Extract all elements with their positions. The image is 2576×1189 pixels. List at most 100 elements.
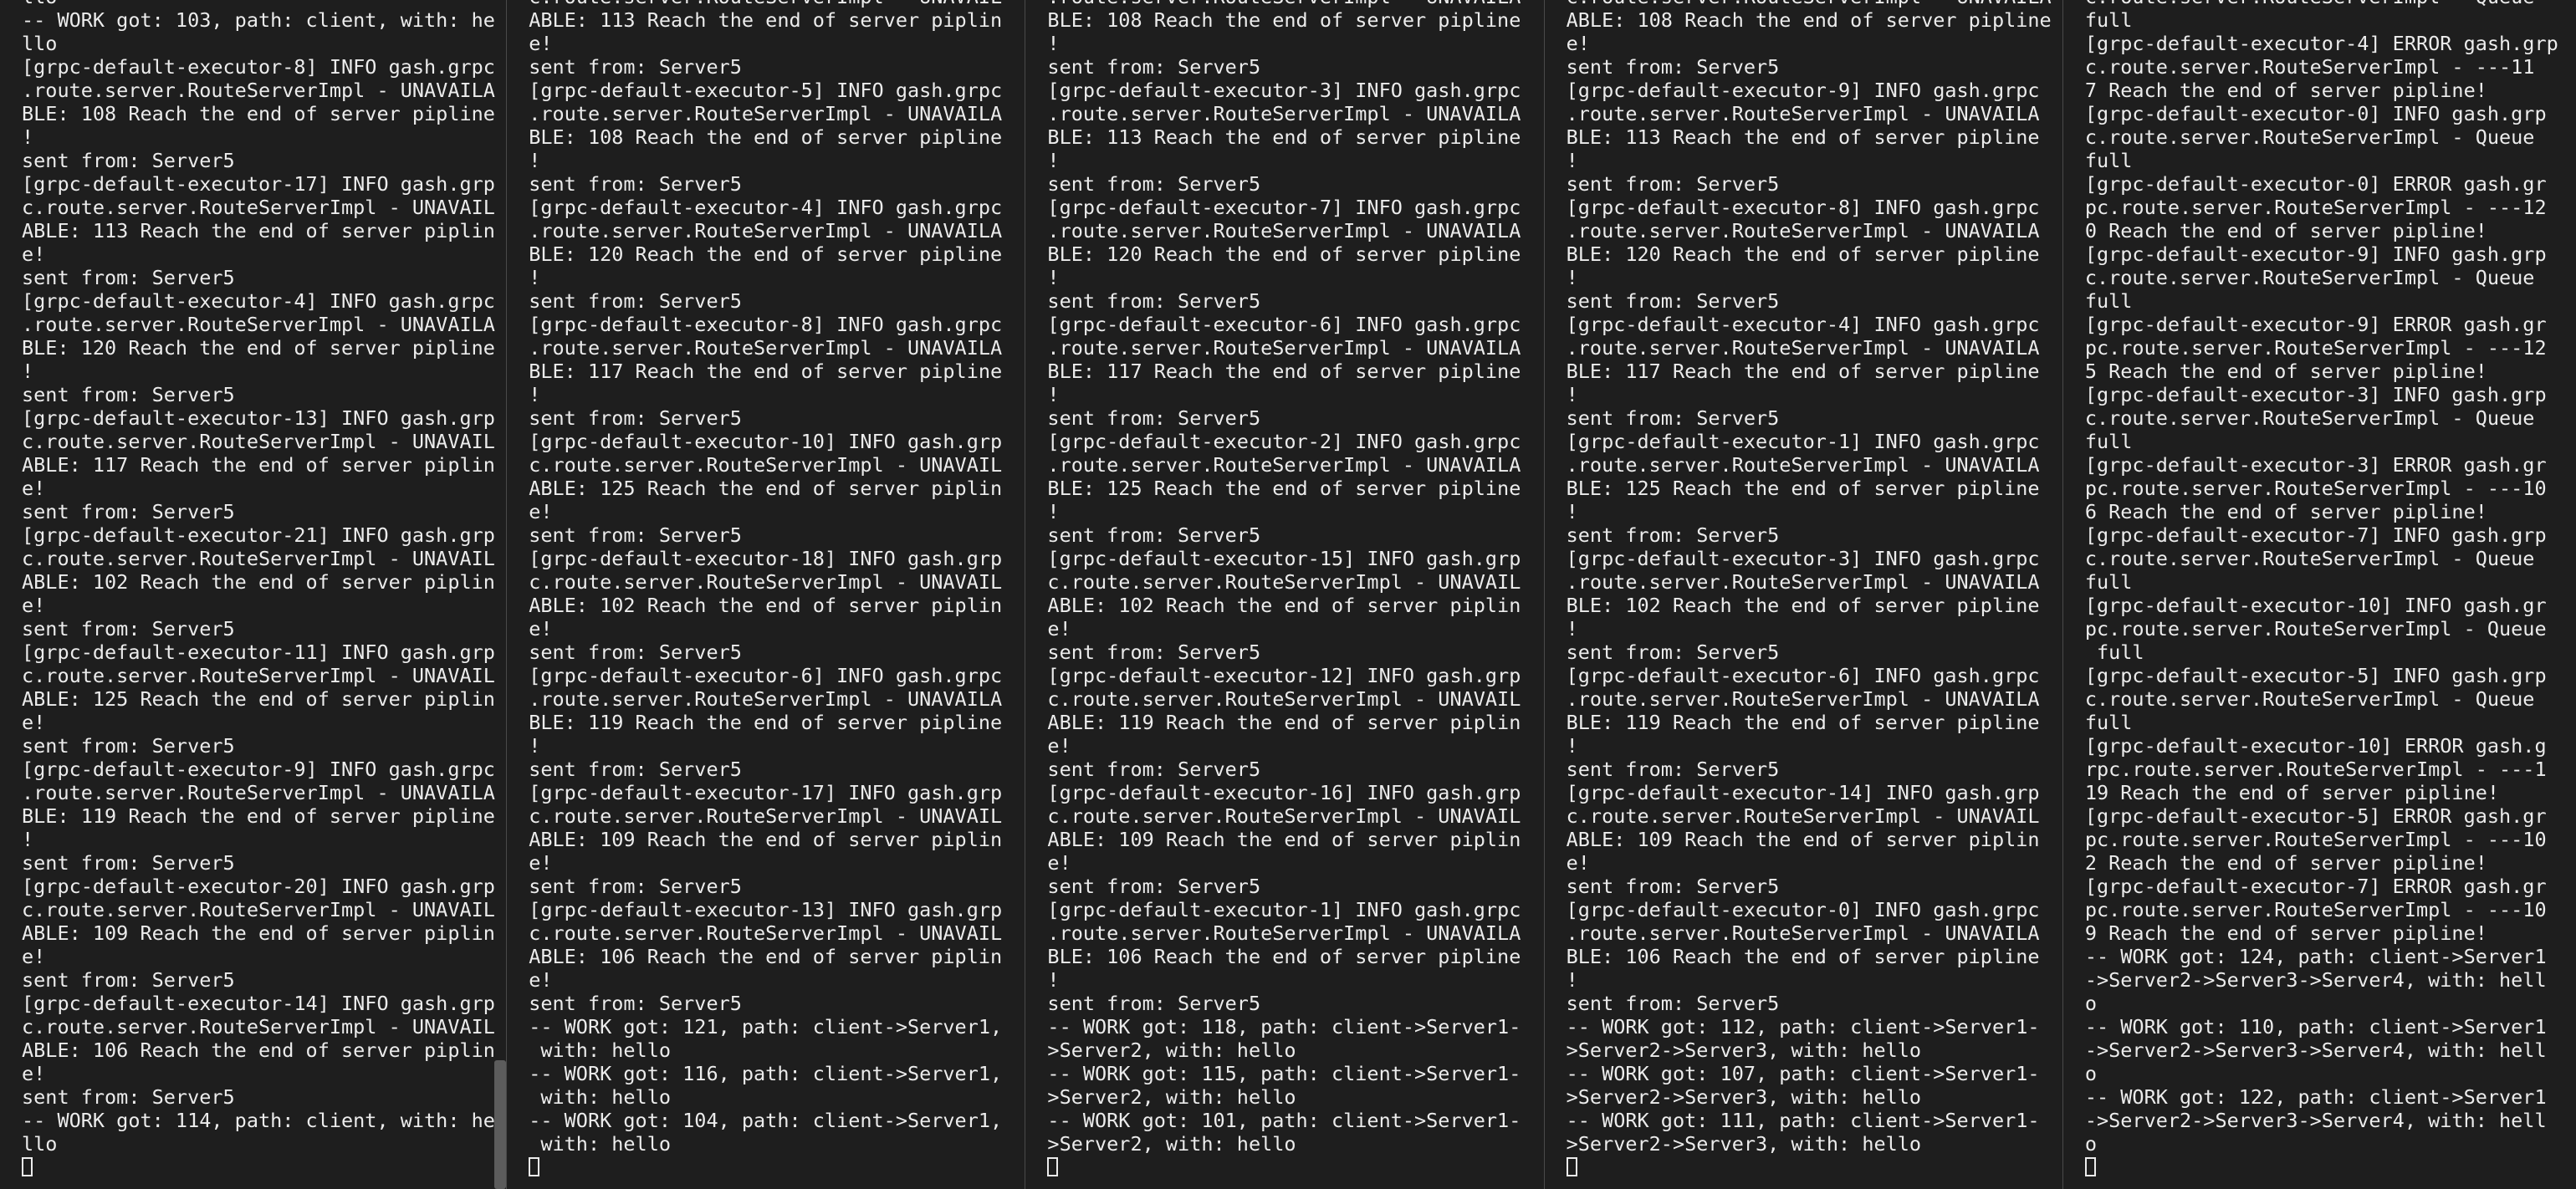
terminal-line: -- WORK got: 101, path: client->Server1- (1047, 1109, 1521, 1132)
cursor-block-icon (1047, 1157, 1059, 1176)
terminal-line: c.route.server.RouteServerImpl - Queue (2084, 406, 2535, 430)
terminal-line: >Server2, with: hello (1047, 1132, 1296, 1156)
terminal-line: [grpc-default-executor-5] INFO gash.grpc (529, 79, 1003, 102)
terminal-line: ABLE: 106 Reach the end of server piplin (22, 1038, 495, 1062)
terminal-line: [grpc-default-executor-7] ERROR gash.gr (2084, 875, 2547, 898)
terminal-line: BLE: 108 Reach the end of server pipline (22, 102, 495, 125)
terminal-line: pc.route.server.RouteServerImpl - Queue (2084, 617, 2547, 640)
terminal-line: [grpc-default-executor-9] ERROR gash.gr (2084, 313, 2547, 336)
terminal-line: [grpc-default-executor-17] INFO gash.grp (529, 781, 1003, 804)
terminal-line: [grpc-default-executor-7] INFO gash.grp (2084, 523, 2547, 547)
terminal-line: BLE: 117 Reach the end of server pipline (1566, 360, 2040, 383)
terminal-pane-5[interactable]: c.route.server.RouteServerImpl - Queue fu… (2062, 0, 2576, 1189)
terminal-line: ! (1047, 383, 1060, 406)
terminal-line: .route.server.RouteServerImpl - UNAVAILA (22, 313, 495, 336)
terminal-line: pc.route.server.RouteServerImpl - ---10 (2084, 898, 2547, 921)
terminal-line: with: hello (529, 1038, 671, 1062)
terminal-line: [grpc-default-executor-4] INFO gash.grpc (1566, 313, 2040, 336)
terminal-line: -- WORK got: 103, path: client, with: he (22, 8, 495, 32)
terminal-line: 6 Reach the end of server pipline! (2084, 500, 2487, 523)
terminal-line: ! (529, 734, 541, 758)
terminal-line: ABLE: 102 Reach the end of server piplin (22, 570, 495, 594)
terminal-line: 9 Reach the end of server pipline! (2084, 921, 2487, 945)
terminal-line: ! (1047, 500, 1060, 523)
terminal-line: sent from: Server5 (1566, 875, 1780, 898)
terminal-line: c.route.server.RouteServerImpl - UNAVAIL (1047, 687, 1521, 711)
terminal-line: c.route.server.RouteServerImpl - UNAVAIL… (1567, 0, 2052, 8)
terminal-line: c.route.server.RouteServerImpl - UNAVAIL (529, 0, 1015, 8)
terminal-line: BLE: 106 Reach the end of server pipline (1047, 945, 1521, 968)
terminal-line: ! (1047, 968, 1060, 992)
terminal-line: sent from: Server5 (1047, 523, 1261, 547)
terminal-line: ABLE: 109 Reach the end of server piplin (1047, 828, 1521, 851)
terminal-line: [grpc-default-executor-6] INFO gash.grpc (529, 664, 1003, 687)
terminal-line: e! (22, 945, 46, 968)
terminal-line: [grpc-default-executor-9] INFO gash.grpc (1566, 79, 2040, 102)
terminal-line: BLE: 113 Reach the end of server pipline (1566, 125, 2040, 149)
terminal-line: [grpc-default-executor-3] INFO gash.grpc (1047, 79, 1521, 102)
terminal-pane-1[interactable]: llo-- WORK got: 103, path: client, with:… (0, 0, 507, 1189)
terminal-line: ABLE: 102 Reach the end of server piplin (529, 594, 1003, 617)
terminal-line: c.route.server.RouteServerImpl - UNAVAIL (22, 664, 495, 687)
terminal-line: e! (1047, 851, 1071, 875)
terminal-line: sent from: Server5 (1047, 875, 1261, 898)
terminal-line: -- WORK got: 112, path: client->Server1- (1566, 1015, 2040, 1038)
terminal-line: sent from: Server5 (1047, 992, 1261, 1015)
scrollbar-thumb[interactable] (494, 1060, 507, 1189)
terminal-line: .route.server.RouteServerImpl - UNAVAILA (529, 336, 1003, 360)
terminal-line: e! (529, 968, 553, 992)
prompt-line[interactable] (1047, 1156, 1533, 1179)
terminal-line: .route.server.RouteServerImpl - UNAVAILA (1047, 219, 1521, 242)
terminal-line: [grpc-default-executor-13] INFO gash.grp (22, 406, 495, 430)
terminal-pane-2[interactable]: c.route.server.RouteServerImpl - UNAVAIL… (507, 0, 1025, 1189)
terminal-line: 19 Reach the end of server pipline! (2084, 781, 2500, 804)
terminal-line: -- WORK got: 124, path: client->Server1 (2084, 945, 2547, 968)
prompt-line[interactable] (529, 1156, 1015, 1179)
terminal-line: e! (22, 477, 46, 500)
terminal-pane-4[interactable]: c.route.server.RouteServerImpl - UNAVAIL… (1544, 0, 2062, 1189)
terminal-line: sent from: Server5 (22, 149, 235, 172)
prompt-line[interactable] (2084, 1156, 2566, 1179)
terminal-line: [grpc-default-executor-12] INFO gash.grp (1047, 664, 1521, 687)
terminal-line: -- WORK got: 122, path: client->Server1 (2084, 1085, 2547, 1109)
terminal-line: sent from: Server5 (1047, 289, 1261, 313)
terminal-pane-3[interactable]: .route.server.RouteServerImpl - UNAVAILA… (1025, 0, 1544, 1189)
terminal-line: pc.route.server.RouteServerImpl - ---10 (2084, 828, 2547, 851)
terminal-line: ->Server2->Server3->Server4, with: hell (2084, 1038, 2547, 1062)
terminal-line: e! (529, 32, 553, 55)
terminal-line: full (2084, 8, 2133, 32)
terminal-line: [grpc-default-executor-21] INFO gash.grp (22, 523, 495, 547)
terminal-line: e! (22, 711, 46, 734)
terminal-line: ! (1047, 266, 1060, 289)
terminal-line: e! (22, 594, 46, 617)
terminal-line: full (2084, 570, 2133, 594)
terminal-line: .route.server.RouteServerImpl - UNAVAILA (529, 219, 1003, 242)
terminal-line: sent from: Server5 (1047, 172, 1261, 196)
terminal-line: BLE: 120 Reach the end of server pipline (22, 336, 495, 360)
terminal-line: full (2084, 289, 2133, 313)
terminal-line: sent from: Server5 (1047, 406, 1261, 430)
prompt-line[interactable] (22, 1156, 496, 1179)
terminal-output: c.route.server.RouteServerImpl - Queue fu… (2084, 0, 2566, 1179)
terminal-line: e! (22, 242, 46, 266)
terminal-line: ! (529, 266, 541, 289)
cursor-block-icon (22, 1157, 33, 1176)
terminal-line: BLE: 113 Reach the end of server pipline (1047, 125, 1521, 149)
terminal-line: rpc.route.server.RouteServerImpl - ---1 (2084, 758, 2547, 781)
terminal-line: [grpc-default-executor-16] INFO gash.grp (1047, 781, 1521, 804)
terminal-line: BLE: 120 Reach the end of server pipline (1566, 242, 2040, 266)
terminal-line: e! (529, 617, 553, 640)
terminal-output: .route.server.RouteServerImpl - UNAVAILA… (1047, 0, 1533, 1179)
terminal-line: sent from: Server5 (1047, 640, 1261, 664)
terminal-line: sent from: Server5 (529, 55, 742, 79)
terminal-line: c.route.server.RouteServerImpl - UNAVAIL (22, 898, 495, 921)
prompt-line[interactable] (1566, 1156, 2052, 1179)
terminal-line: .route.server.RouteServerImpl - UNAVAILA (1566, 921, 2040, 945)
terminal-line: c.route.server.RouteServerImpl - ---11 (2084, 55, 2535, 79)
terminal-line: [grpc-default-executor-6] INFO gash.grpc (1047, 313, 1521, 336)
terminal-line: -- WORK got: 116, path: client->Server1, (529, 1062, 1003, 1085)
terminal-line: >Server2->Server3, with: hello (1566, 1038, 1922, 1062)
terminal-line: .route.server.RouteServerImpl - UNAVAILA (1047, 336, 1521, 360)
terminal-line: full (2084, 640, 2144, 664)
terminal-line: -- WORK got: 121, path: client->Server1, (529, 1015, 1003, 1038)
